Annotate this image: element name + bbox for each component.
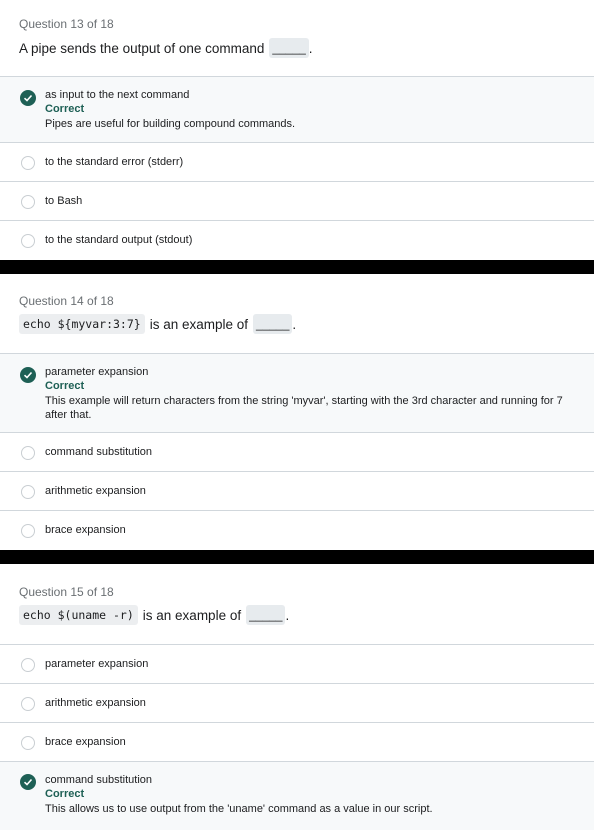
question-number: Question 14 of 18 [19,294,114,308]
correct-label: Correct [45,380,85,392]
option-label: arithmetic expansion [45,697,146,709]
question-number: Question 15 of 18 [19,585,114,599]
prompt-end: . [285,607,290,623]
option-label: command substitution [45,774,152,786]
option[interactable]: brace expansion [0,510,594,550]
section-divider [0,260,594,274]
radio-icon[interactable] [21,658,35,672]
prompt-text: A pipe sends the output of one command [19,40,265,56]
option[interactable]: arithmetic expansion [0,683,594,723]
section-divider [0,550,594,564]
option[interactable]: parameter expansion [0,644,594,684]
option-label: brace expansion [45,524,126,536]
question-prompt: echo ${myvar:3:7} is an example of _____… [19,314,296,334]
question-14: Question 14 of 18 echo ${myvar:3:7} is a… [0,274,594,550]
check-circle-icon [20,367,36,383]
prompt-text: is an example of [142,607,242,623]
radio-icon[interactable] [21,736,35,750]
radio-icon[interactable] [21,485,35,499]
explanation: This example will return characters from… [45,395,563,421]
correct-label: Correct [45,788,85,800]
option[interactable]: to Bash [0,181,594,221]
option-label: command substitution [45,446,152,458]
option[interactable]: to the standard error (stderr) [0,142,594,182]
option-label: to the standard output (stdout) [45,234,193,246]
prompt-text: is an example of [149,316,249,332]
option-label: parameter expansion [45,366,149,378]
question-prompt: A pipe sends the output of one command _… [19,38,313,58]
option-label: brace expansion [45,736,126,748]
option-correct[interactable]: parameter expansion Correct This example… [0,353,594,433]
option-correct[interactable]: command substitution Correct This allows… [0,761,594,830]
option-label: arithmetic expansion [45,485,146,497]
radio-icon[interactable] [21,156,35,170]
answer-blank: _____ [253,314,293,334]
radio-icon[interactable] [21,697,35,711]
explanation: This allows us to use output from the 'u… [45,803,433,815]
check-circle-icon [20,774,36,790]
radio-icon[interactable] [21,524,35,538]
option[interactable]: arithmetic expansion [0,471,594,511]
question-13: Question 13 of 18 A pipe sends the outpu… [0,0,594,260]
option[interactable]: to the standard output (stdout) [0,220,594,260]
prompt-end: . [292,316,297,332]
prompt-end: . [308,40,313,56]
option-label: as input to the next command [45,89,190,101]
option[interactable]: brace expansion [0,722,594,762]
code-snippet: echo $(uname -r) [19,605,138,625]
option-correct[interactable]: as input to the next command Correct Pip… [0,76,594,142]
question-15: Question 15 of 18 echo $(uname -r) is an… [0,564,594,830]
question-number: Question 13 of 18 [19,17,114,31]
option-label: parameter expansion [45,658,149,670]
answer-blank: _____ [269,38,309,58]
answer-blank: _____ [246,605,286,625]
option-label: to the standard error (stderr) [45,156,184,168]
check-circle-icon [20,90,36,106]
option-label: to Bash [45,195,83,207]
question-prompt: echo $(uname -r) is an example of _____. [19,605,289,625]
correct-label: Correct [45,103,85,115]
radio-icon[interactable] [21,446,35,460]
explanation: Pipes are useful for building compound c… [45,118,296,130]
option[interactable]: command substitution [0,432,594,472]
code-snippet: echo ${myvar:3:7} [19,314,145,334]
radio-icon[interactable] [21,195,35,209]
radio-icon[interactable] [21,234,35,248]
